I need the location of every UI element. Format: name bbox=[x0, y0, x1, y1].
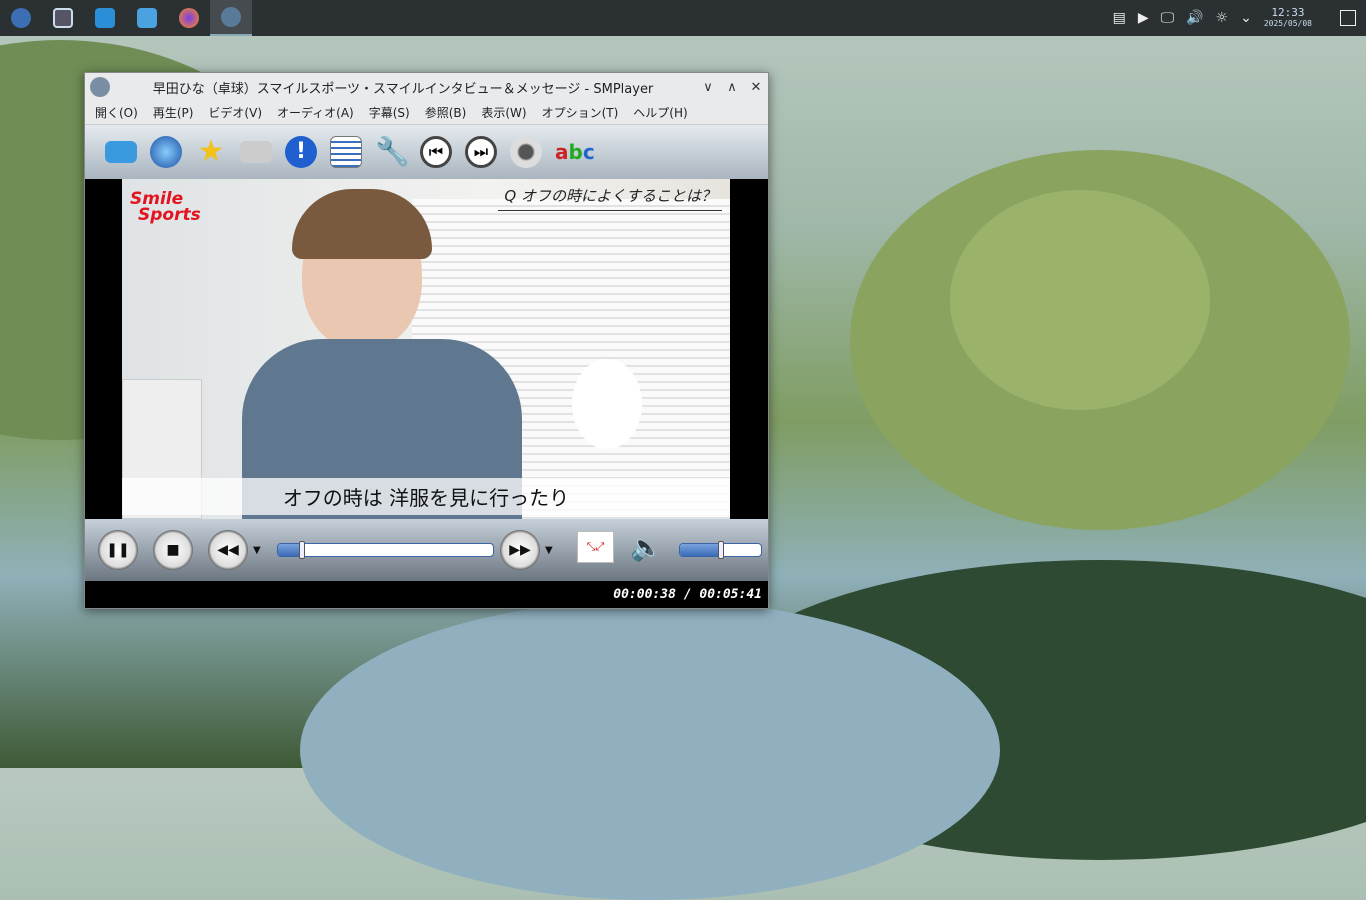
window-title: 早田ひな（卓球）スマイルスポーツ・スマイルインタビュー＆メッセージ - SMPl… bbox=[152, 81, 654, 97]
show-desktop-button[interactable] bbox=[1340, 10, 1356, 26]
seek-slider[interactable] bbox=[277, 541, 494, 559]
network-icon[interactable]: 🖵 bbox=[1161, 10, 1175, 26]
chevron-down-icon[interactable]: ⌄ bbox=[1240, 10, 1252, 26]
fedora-icon bbox=[11, 8, 31, 28]
open-folder-icon[interactable] bbox=[105, 141, 137, 163]
mute-speaker-icon[interactable]: 🔈 bbox=[630, 533, 662, 563]
menu-browse[interactable]: 参照(B) bbox=[425, 104, 467, 121]
clipboard-icon[interactable]: ▤ bbox=[1113, 10, 1126, 26]
subtitle-text: オフの時は 洋服を見に行ったり bbox=[122, 478, 730, 515]
video-frame: Smile Sports Q オフの時によくすることは？ オフの時は 洋服を見に… bbox=[122, 179, 730, 519]
smplayer-app-icon[interactable] bbox=[90, 77, 110, 97]
system-tray: ▤ ▶ 🖵 🔊 ☼ ⌄ 12:33 2025/05/08 bbox=[1113, 0, 1366, 36]
smile-sports-logo: Smile Sports bbox=[130, 191, 201, 225]
forward-menu-arrow[interactable]: ▼ bbox=[545, 545, 553, 556]
volume-slider[interactable] bbox=[679, 541, 762, 559]
open-url-globe-icon[interactable] bbox=[150, 136, 182, 168]
menu-subtitles[interactable]: 字幕(S) bbox=[369, 104, 410, 121]
clock[interactable]: 12:33 2025/05/08 bbox=[1264, 7, 1312, 29]
playlist-icon[interactable] bbox=[330, 136, 362, 168]
store-icon bbox=[95, 8, 115, 28]
close-button[interactable]: ✕ bbox=[744, 80, 768, 95]
menu-view[interactable]: 表示(W) bbox=[481, 104, 526, 121]
task-manager-button[interactable] bbox=[42, 0, 84, 36]
folder-icon bbox=[137, 8, 157, 28]
fedora-launcher-button[interactable] bbox=[0, 0, 42, 36]
audio-track-icon[interactable] bbox=[510, 136, 542, 168]
time-display: 00:00:38 / 00:05:41 bbox=[85, 581, 768, 608]
menu-audio[interactable]: オーディオ(A) bbox=[277, 104, 354, 121]
menu-options[interactable]: オプション(T) bbox=[542, 104, 619, 121]
maximize-button[interactable]: ∧ bbox=[720, 80, 744, 95]
rewind-button[interactable]: ◀◀ bbox=[208, 530, 248, 570]
stop-button[interactable]: ■ bbox=[153, 530, 193, 570]
task-manager-icon bbox=[53, 8, 73, 28]
firefox-icon bbox=[179, 8, 199, 28]
brightness-icon[interactable]: ☼ bbox=[1216, 10, 1229, 26]
next-icon[interactable]: ⏭ bbox=[465, 136, 497, 168]
clock-date: 2025/05/08 bbox=[1263, 19, 1312, 28]
menu-help[interactable]: ヘルプ(H) bbox=[633, 104, 687, 121]
logo-line-2: Sports bbox=[138, 205, 201, 225]
volume-handle[interactable] bbox=[717, 541, 724, 559]
toolbar: ★ ! 🔧 ⏮ ⏭ abc bbox=[85, 125, 768, 179]
firefox-button[interactable] bbox=[168, 0, 210, 36]
previous-icon[interactable]: ⏮ bbox=[420, 136, 452, 168]
taskbar: ▤ ▶ 🖵 🔊 ☼ ⌄ 12:33 2025/05/08 bbox=[0, 0, 1366, 36]
store-button[interactable] bbox=[84, 0, 126, 36]
fullscreen-button[interactable]: ⤡⤢ bbox=[577, 531, 614, 563]
smplayer-window: 早田ひな（卓球）スマイルスポーツ・スマイルインタビュー＆メッセージ - SMPl… bbox=[84, 72, 769, 609]
seek-handle[interactable] bbox=[298, 541, 305, 559]
smplayer-button[interactable] bbox=[210, 0, 252, 36]
clock-time: 12:33 bbox=[1271, 6, 1305, 19]
rewind-menu-arrow[interactable]: ▼ bbox=[253, 545, 261, 556]
menu-open[interactable]: 開く(O) bbox=[95, 104, 138, 121]
pause-button[interactable]: ❚❚ bbox=[98, 530, 138, 570]
volume-icon[interactable]: 🔊 bbox=[1186, 10, 1203, 26]
subtitle-track-icon[interactable]: abc bbox=[555, 136, 595, 168]
info-icon[interactable]: ! bbox=[285, 136, 317, 168]
video-area[interactable]: Smile Sports Q オフの時によくすることは？ オフの時は 洋服を見に… bbox=[85, 179, 768, 519]
playback-controls: ❚❚ ■ ◀◀ ▼ ▶▶ ▼ ⤡⤢ 🔈 bbox=[85, 519, 768, 581]
preferences-tools-icon[interactable]: 🔧 bbox=[375, 136, 410, 168]
menu-play[interactable]: 再生(P) bbox=[153, 104, 194, 121]
forward-button[interactable]: ▶▶ bbox=[500, 530, 540, 570]
smplayer-icon bbox=[221, 7, 241, 27]
menu-video[interactable]: ビデオ(V) bbox=[208, 104, 262, 121]
question-caption: Q オフの時によくすることは？ bbox=[498, 185, 722, 211]
media-player-icon[interactable]: ▶ bbox=[1138, 10, 1149, 26]
menu-bar: 開く(O) 再生(P) ビデオ(V) オーディオ(A) 字幕(S) 参照(B) … bbox=[85, 101, 768, 125]
minimize-button[interactable]: ∨ bbox=[696, 80, 720, 95]
volume-fill bbox=[680, 544, 721, 556]
file-manager-button[interactable] bbox=[126, 0, 168, 36]
screenshot-camera-icon[interactable] bbox=[240, 141, 272, 163]
title-bar: 早田ひな（卓球）スマイルスポーツ・スマイルインタビュー＆メッセージ - SMPl… bbox=[85, 73, 768, 101]
favorites-star-icon[interactable]: ★ bbox=[195, 136, 227, 168]
